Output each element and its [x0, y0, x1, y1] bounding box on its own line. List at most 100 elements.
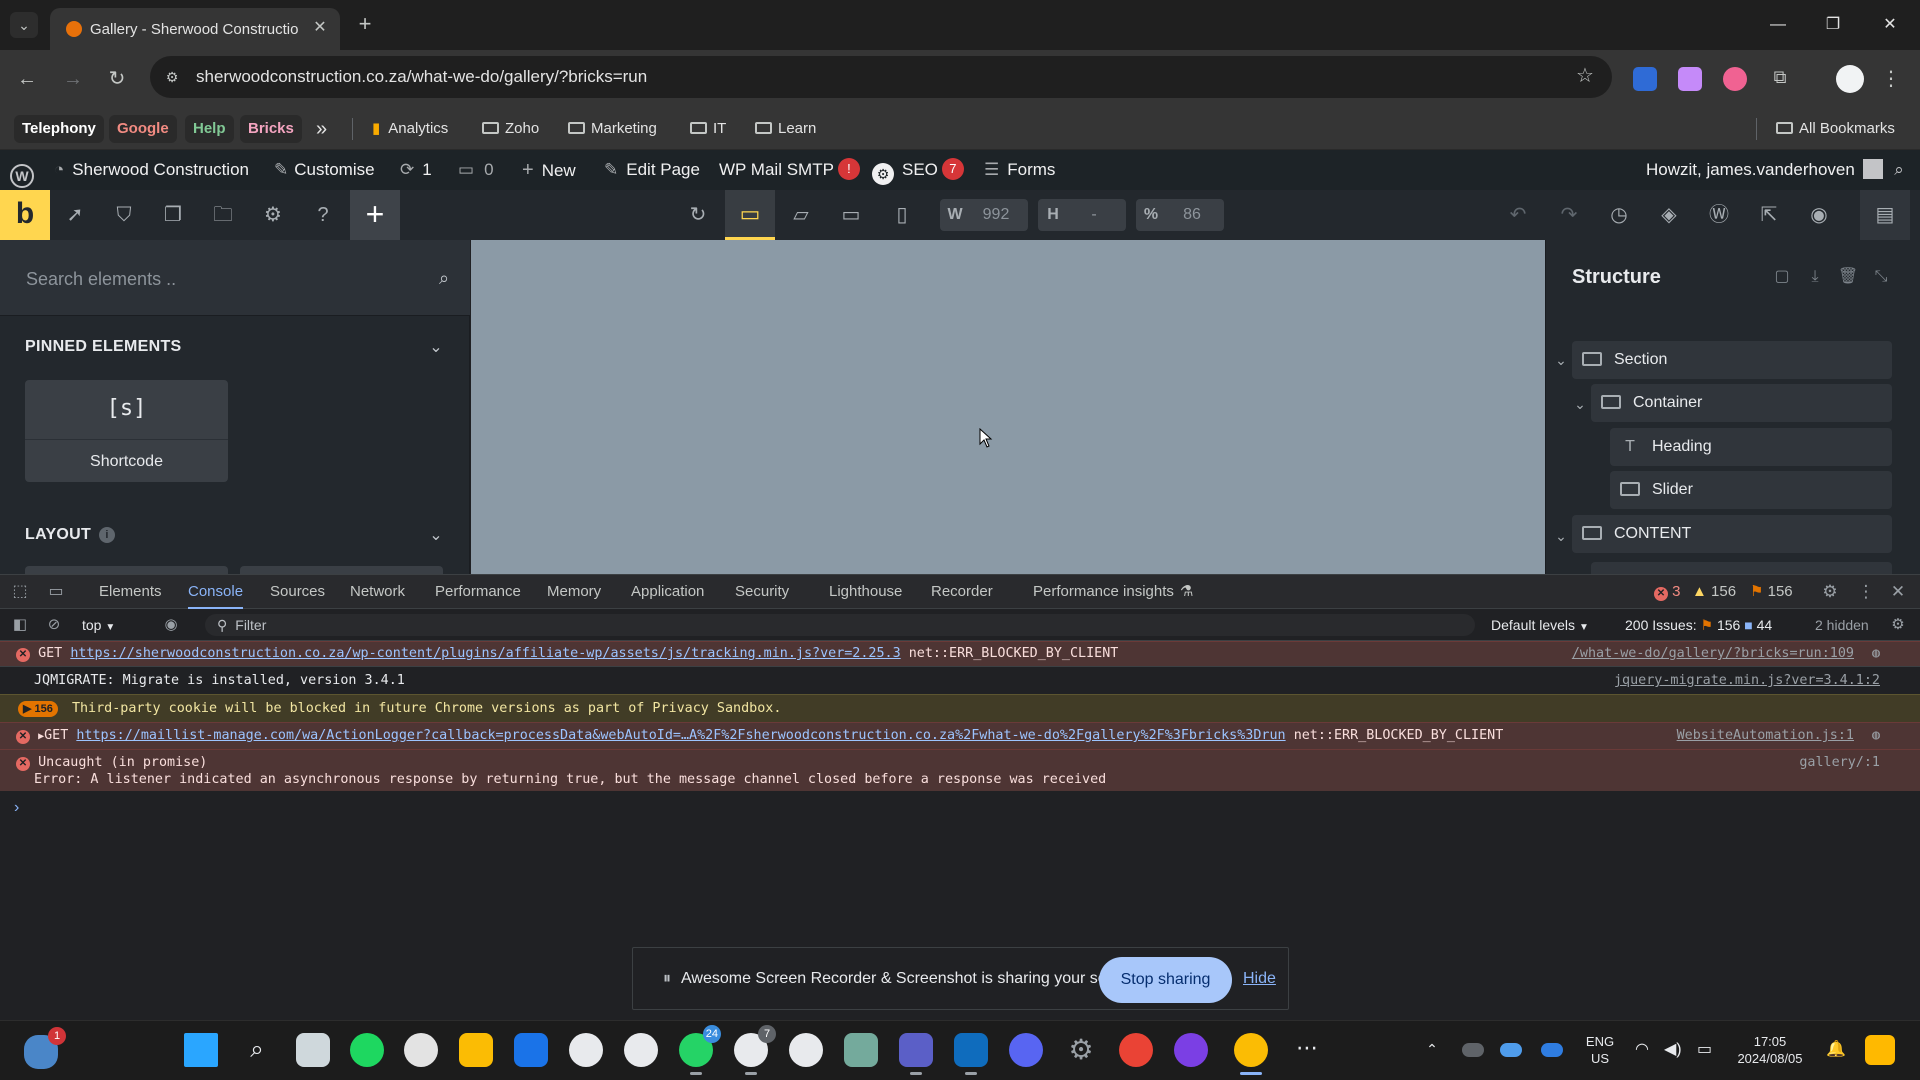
bookmarks-overflow-icon[interactable]: » [316, 115, 327, 143]
search-icon[interactable]: ⌕ [240, 1033, 274, 1067]
hide-banner-link[interactable]: Hide [1243, 948, 1276, 1009]
structure-item-container[interactable]: Container [1591, 384, 1892, 422]
log-levels-select[interactable]: Default levels ▼ [1491, 615, 1589, 638]
tray-cloud-icon[interactable] [1500, 1043, 1522, 1057]
bookmark-telephony[interactable]: Telephony [14, 115, 104, 143]
whatsapp-icon[interactable]: 7 [734, 1025, 776, 1075]
settings-gear-icon[interactable]: ⚙ [1820, 582, 1840, 602]
structure-item-heading[interactable]: T Heading [1610, 428, 1892, 466]
help-icon[interactable]: ? [308, 200, 338, 230]
structure-item-partial[interactable] [1591, 562, 1892, 574]
minimize-icon[interactable]: — [1758, 10, 1798, 40]
shortcode-element[interactable]: [s] Shortcode [25, 380, 228, 482]
forward-arrow-icon[interactable]: → [58, 64, 88, 94]
notification-bell-icon[interactable]: 🔔 [1826, 1039, 1846, 1059]
whatsapp-icon[interactable] [569, 1033, 603, 1067]
console-url-link[interactable]: https://sherwoodconstruction.co.za/wp-co… [70, 646, 900, 661]
app-icon[interactable] [404, 1033, 438, 1067]
recorder-extension-icon[interactable] [1723, 67, 1747, 91]
bookmark-learn[interactable]: Learn [755, 115, 816, 143]
teams-icon[interactable] [899, 1033, 933, 1075]
issue-counter[interactable]: ⚑ 156 [1750, 575, 1793, 609]
folder-icon[interactable]: 🗀 [208, 200, 238, 230]
chevron-down-icon[interactable]: ⌄ [1571, 394, 1589, 414]
app-icon[interactable] [1174, 1033, 1208, 1067]
network-globe-icon[interactable]: ◍ [1872, 723, 1880, 749]
wp-site-name[interactable]: ◔ Sherwood Construction [54, 150, 249, 190]
search-icon[interactable]: ⌕ [432, 266, 456, 290]
bricks-logo[interactable]: b [0, 190, 50, 240]
source-link[interactable]: jquery-migrate.min.js?ver=3.4.1:2 [1614, 667, 1880, 694]
battery-icon[interactable]: ▭ [1697, 1039, 1712, 1059]
undo-icon[interactable]: ↶ [1503, 200, 1533, 230]
address-bar[interactable]: ⚙ sherwoodconstruction.co.za/what-we-do/… [150, 56, 1612, 98]
all-bookmarks[interactable]: All Bookmarks [1776, 115, 1895, 143]
tray-onedrive-icon[interactable] [1462, 1043, 1484, 1057]
search-elements-input[interactable] [24, 264, 404, 294]
tablet-icon[interactable]: ▭ [836, 200, 866, 230]
console-settings-icon[interactable]: ⚙ [1888, 615, 1908, 635]
source-link[interactable]: WebsiteAutomation.js:1 [1677, 723, 1854, 749]
tray-cloud-icon[interactable] [1541, 1043, 1563, 1057]
chrome-menu-icon[interactable]: ⋮ [1880, 65, 1902, 93]
calendar-icon[interactable] [514, 1033, 548, 1067]
tab-network[interactable]: Network [350, 575, 405, 609]
external-link-icon[interactable]: ⇱ [1754, 200, 1784, 230]
trash-icon[interactable]: 🗑 [1837, 266, 1859, 288]
console-warning-group[interactable]: ▶ 156 Third-party cookie will be blocked… [0, 694, 1920, 722]
refresh-icon[interactable]: ↻ [683, 200, 713, 230]
wp-howdy[interactable]: Howzit, james.vanderhoven [1646, 150, 1883, 190]
history-icon[interactable]: ◷ [1604, 200, 1634, 230]
tab-memory[interactable]: Memory [547, 575, 601, 609]
height-field[interactable]: H- [1038, 199, 1126, 231]
whatsapp-icon[interactable] [624, 1033, 658, 1067]
weather-widget-icon[interactable]: 1 [24, 1027, 66, 1069]
layout-element-card[interactable] [240, 566, 443, 574]
wp-comments[interactable]: ▭ 0 [458, 150, 494, 190]
bookmark-marketing[interactable]: Marketing [568, 115, 657, 143]
bookmark-google[interactable]: Google [109, 115, 177, 143]
discord-icon[interactable] [1009, 1033, 1043, 1067]
tab-performance[interactable]: Performance [435, 575, 521, 609]
wp-search-icon[interactable]: ⌕ [1886, 150, 1912, 190]
chevron-down-icon[interactable]: ⌄ [426, 338, 446, 358]
tray-chevron-up-icon[interactable]: ⌃ [1422, 1041, 1442, 1058]
chevron-down-icon[interactable]: ⌄ [1552, 526, 1570, 546]
tab-performance-insights[interactable]: Performance insights ⚗ [1033, 575, 1193, 609]
network-globe-icon[interactable]: ◍ [1872, 642, 1880, 666]
settings-gear-icon[interactable]: ⚙ [258, 200, 288, 230]
tab-sources[interactable]: Sources [270, 575, 325, 609]
clipboard-icon[interactable]: ▢ [1771, 266, 1793, 288]
tab-search-chevron-icon[interactable]: ⌄ [10, 12, 38, 38]
tab-close-icon[interactable]: ✕ [310, 18, 330, 38]
source-link[interactable]: /what-we-do/gallery/?bricks=run:109 [1572, 642, 1854, 666]
stop-sharing-button[interactable]: Stop sharing [1099, 957, 1232, 1003]
outlook-icon[interactable] [954, 1033, 988, 1075]
language-indicator[interactable]: ENG US [1580, 1033, 1620, 1067]
new-tab-icon[interactable]: + [352, 12, 378, 38]
windows-start-icon[interactable] [184, 1033, 218, 1067]
wp-mail-smtp[interactable]: WP Mail SMTP! [719, 150, 860, 190]
source-link[interactable]: gallery/:1 [1799, 755, 1880, 770]
builder-canvas[interactable] [471, 240, 1545, 574]
wifi-icon[interactable]: ◠ [1635, 1039, 1649, 1059]
color-extension-icon[interactable] [1678, 67, 1702, 91]
layout-element-card[interactable] [25, 566, 228, 574]
restore-icon[interactable]: ❐ [1813, 10, 1853, 40]
structure-panel-icon[interactable]: ▤ [1860, 190, 1910, 240]
more-apps-icon[interactable]: ⋯ [1290, 1033, 1324, 1067]
preview-eye-icon[interactable]: ◉ [1804, 200, 1834, 230]
extensions-puzzle-icon[interactable]: ⧉ [1768, 67, 1792, 91]
console-prompt[interactable]: › [14, 799, 19, 817]
reload-icon[interactable]: ↻ [102, 64, 132, 94]
structure-item-section[interactable]: Section [1572, 341, 1892, 379]
wordpress-logo-icon[interactable]: W [8, 150, 36, 190]
issues-summary[interactable]: 200 Issues: ⚑ 156 ■ 44 [1625, 615, 1772, 635]
copilot-icon[interactable] [1865, 1035, 1895, 1065]
notes-app-icon[interactable] [459, 1033, 493, 1067]
console-url-link[interactable]: https://maillist-manage.com/wa/ActionLog… [76, 728, 1285, 743]
bookmark-analytics[interactable]: ▮ Analytics [372, 115, 448, 143]
site-info-icon[interactable]: ⚙ [162, 67, 182, 87]
task-view-icon[interactable] [296, 1033, 330, 1067]
context-select[interactable]: top ▼ [82, 615, 138, 635]
